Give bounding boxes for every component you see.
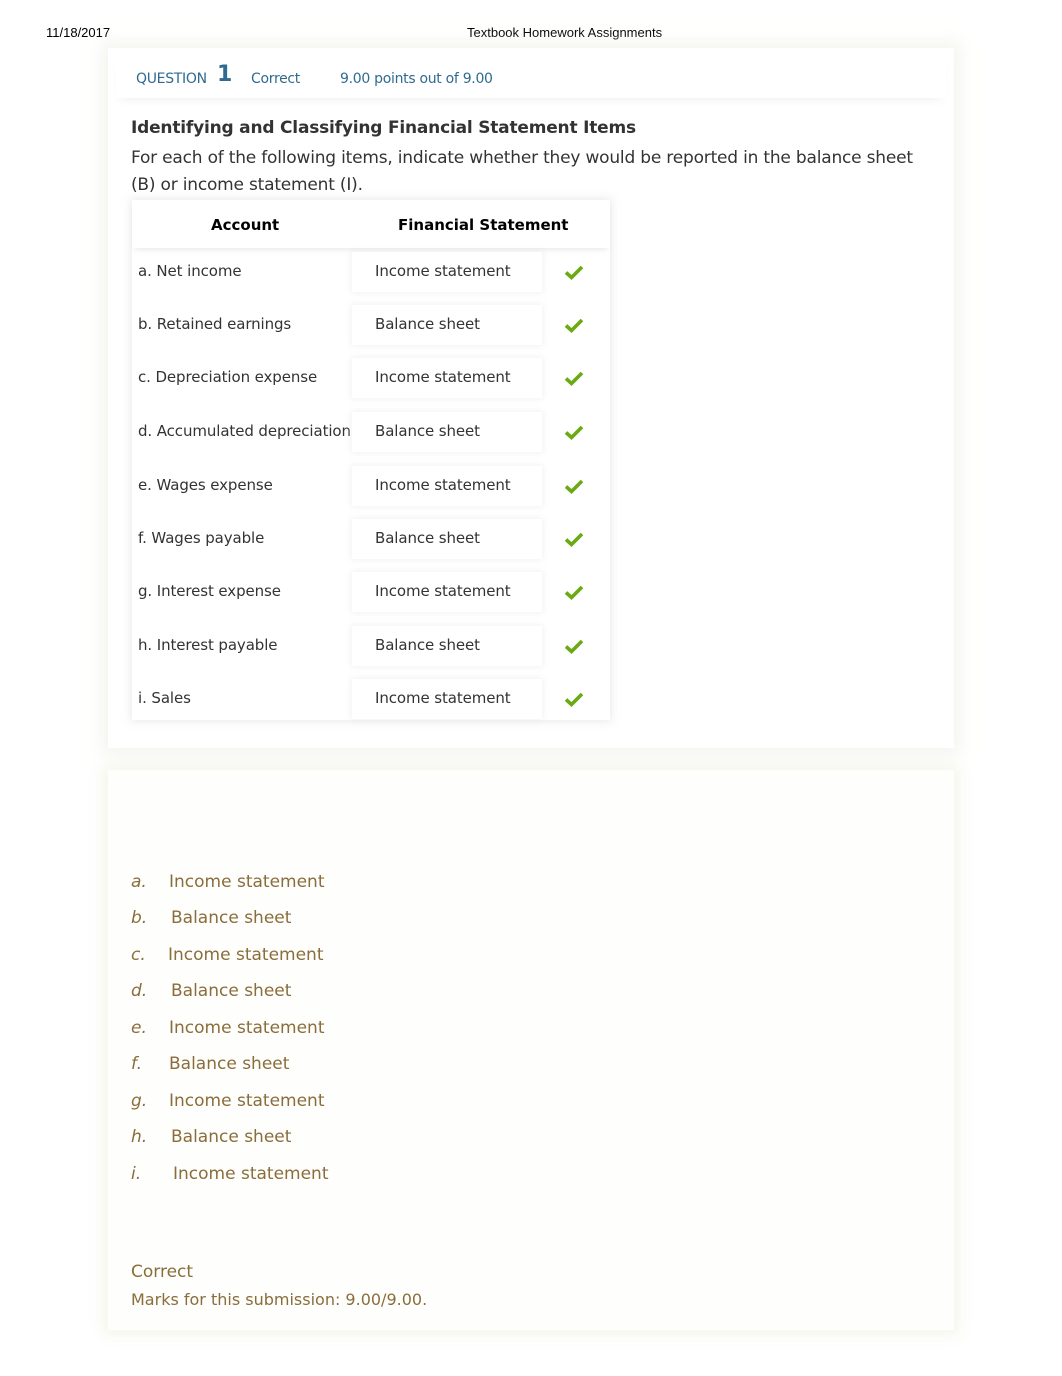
statement-value: Balance sheet [375, 636, 480, 654]
statement-select[interactable]: Income statement [352, 572, 542, 612]
table-row: i. Sales Income statement [132, 679, 610, 732]
statement-value: Balance sheet [375, 315, 480, 333]
answer-letter: f. [131, 1054, 143, 1074]
question-status: Correct [251, 71, 300, 87]
table-row: h. Interest payable Balance sheet [132, 626, 610, 679]
statement-value: Income statement [375, 689, 511, 707]
answer-value: Income statement [173, 1164, 329, 1184]
checkmark-icon [564, 532, 584, 547]
answer-value: Balance sheet [171, 1127, 292, 1147]
answer-value: Income statement [169, 1091, 325, 1111]
table-row: d. Accumulated depreciation Balance sheet [132, 412, 610, 465]
statement-select[interactable]: Income statement [352, 252, 542, 292]
question-header-band [116, 54, 946, 98]
checkmark-icon [564, 425, 584, 440]
statement-select[interactable]: Balance sheet [352, 519, 542, 559]
feedback-marks: Marks for this submission: 9.00/9.00. [131, 1290, 428, 1309]
table-row: g. Interest expense Income statement [132, 572, 610, 625]
account-cell: g. Interest expense [138, 582, 281, 600]
statement-select[interactable]: Balance sheet [352, 305, 542, 345]
table-row: f. Wages payable Balance sheet [132, 519, 610, 572]
classification-table: Account Financial Statement a. Net incom… [132, 200, 610, 720]
question-label: QUESTION [136, 71, 207, 87]
account-cell: c. Depreciation expense [138, 368, 318, 386]
column-header-account: Account [211, 216, 280, 234]
checkmark-icon [564, 479, 584, 494]
question-number: 1 [217, 62, 233, 87]
table-row: c. Depreciation expense Income statement [132, 358, 610, 411]
question-card: QUESTION 1 Correct 9.00 points out of 9.… [108, 48, 954, 748]
account-cell: e. Wages expense [138, 476, 273, 494]
print-header: 11/18/2017 Textbook Homework Assignments [0, 25, 1062, 41]
answer-value: Balance sheet [171, 908, 292, 928]
answer-letter: a. [131, 872, 147, 892]
answer-value: Income statement [169, 1018, 325, 1038]
statement-select[interactable]: Balance sheet [352, 626, 542, 666]
account-cell: i. Sales [138, 689, 191, 707]
checkmark-icon [564, 318, 584, 333]
account-cell: b. Retained earnings [138, 315, 292, 333]
statement-value: Income statement [375, 476, 511, 494]
table-row: a. Net income Income statement [132, 252, 610, 305]
checkmark-icon [564, 585, 584, 600]
account-cell: f. Wages payable [138, 529, 265, 547]
answer-letter: e. [131, 1018, 147, 1038]
question-title: Identifying and Classifying Financial St… [131, 118, 636, 138]
statement-select[interactable]: Income statement [352, 358, 542, 398]
answer-value: Income statement [169, 872, 325, 892]
column-header-financial-statement: Financial Statement [398, 216, 569, 234]
checkmark-icon [564, 639, 584, 654]
account-cell: h. Interest payable [138, 636, 278, 654]
print-title: Textbook Homework Assignments [467, 25, 663, 40]
answer-letter: i. [131, 1164, 142, 1184]
table-row: e. Wages expense Income statement [132, 466, 610, 519]
table-row: b. Retained earnings Balance sheet [132, 305, 610, 358]
statement-value: Balance sheet [375, 529, 480, 547]
statement-value: Income statement [375, 582, 511, 600]
statement-select[interactable]: Balance sheet [352, 412, 542, 452]
question-instructions: For each of the following items, indicat… [131, 148, 913, 195]
table-header: Account Financial Statement [132, 200, 610, 248]
checkmark-icon [564, 265, 584, 280]
feedback-status: Correct [131, 1262, 194, 1282]
account-cell: a. Net income [138, 262, 242, 280]
answer-letter: h. [131, 1127, 148, 1147]
question-points: 9.00 points out of 9.00 [340, 71, 493, 87]
print-date: 11/18/2017 [46, 25, 111, 40]
statement-select[interactable]: Income statement [352, 679, 542, 719]
answer-value: Income statement [168, 945, 324, 965]
statement-value: Balance sheet [375, 422, 480, 440]
answer-letter: c. [131, 945, 146, 965]
answer-value: Balance sheet [171, 981, 292, 1001]
answer-value: Balance sheet [169, 1054, 290, 1074]
statement-select[interactable]: Income statement [352, 466, 542, 506]
answer-card: a. Income statement b. Balance sheet c. Incom… [108, 770, 954, 1330]
statement-value: Income statement [375, 262, 511, 280]
account-cell: d. Accumulated depreciation [138, 422, 351, 440]
answer-letter: d. [131, 981, 148, 1001]
answer-letter: g. [131, 1091, 148, 1111]
answer-letter: b. [131, 908, 148, 928]
statement-value: Income statement [375, 368, 511, 386]
checkmark-icon [564, 371, 584, 386]
checkmark-icon [564, 692, 584, 707]
